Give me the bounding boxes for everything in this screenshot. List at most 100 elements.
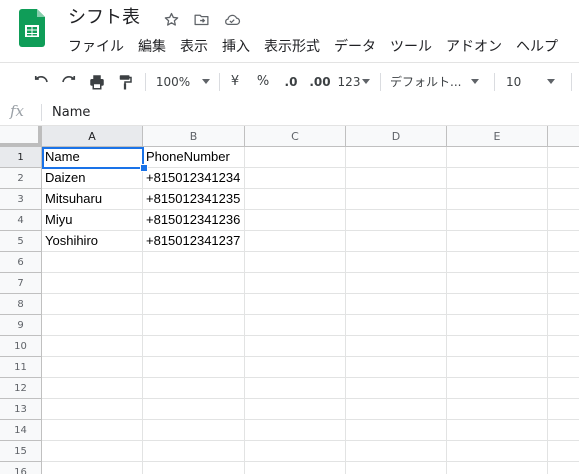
cell-c13[interactable] <box>245 399 346 420</box>
cell-partial9[interactable] <box>548 315 579 336</box>
cell-d2[interactable] <box>346 168 447 189</box>
cell-b1[interactable]: PhoneNumber <box>143 147 245 168</box>
star-icon[interactable] <box>161 9 182 30</box>
cell-partial5[interactable] <box>548 231 579 252</box>
cell-partial7[interactable] <box>548 273 579 294</box>
cell-a4[interactable]: Miyu <box>42 210 143 231</box>
cell-a13[interactable] <box>42 399 143 420</box>
cell-c15[interactable] <box>245 441 346 462</box>
cell-partial1[interactable] <box>548 147 579 168</box>
decrease-decimal-button[interactable]: .0 <box>280 63 302 100</box>
paint-format-icon[interactable] <box>114 63 136 100</box>
cell-c6[interactable] <box>245 252 346 273</box>
cell-e6[interactable] <box>447 252 548 273</box>
menu-help[interactable]: ヘルプ <box>509 36 565 58</box>
menu-file[interactable]: ファイル <box>61 36 131 58</box>
cell-e5[interactable] <box>447 231 548 252</box>
cell-c12[interactable] <box>245 378 346 399</box>
cell-d7[interactable] <box>346 273 447 294</box>
cell-b4[interactable]: +815012341236 <box>143 210 245 231</box>
cell-e1[interactable] <box>447 147 548 168</box>
cell-a5[interactable]: Yoshihiro <box>42 231 143 252</box>
cell-c2[interactable] <box>245 168 346 189</box>
cell-b14[interactable] <box>143 420 245 441</box>
cell-a11[interactable] <box>42 357 143 378</box>
row-header-12[interactable]: 12 <box>0 378 42 399</box>
menu-view[interactable]: 表示 <box>173 36 215 58</box>
cell-c3[interactable] <box>245 189 346 210</box>
cell-partial14[interactable] <box>548 420 579 441</box>
menu-insert[interactable]: 挿入 <box>215 36 257 58</box>
cell-b2[interactable]: +815012341234 <box>143 168 245 189</box>
cell-partial3[interactable] <box>548 189 579 210</box>
menu-addons[interactable]: アドオン <box>439 36 509 58</box>
formula-input[interactable]: Name <box>52 104 90 121</box>
move-to-folder-icon[interactable] <box>191 9 212 30</box>
column-header-partial[interactable] <box>548 126 579 147</box>
font-family-select[interactable]: デフォルト... <box>390 63 486 100</box>
cell-c16[interactable] <box>245 462 346 474</box>
menu-tools[interactable]: ツール <box>383 36 439 58</box>
cell-c14[interactable] <box>245 420 346 441</box>
cell-e7[interactable] <box>447 273 548 294</box>
cell-e3[interactable] <box>447 189 548 210</box>
cell-b12[interactable] <box>143 378 245 399</box>
cell-e4[interactable] <box>447 210 548 231</box>
document-title[interactable]: シフト表 <box>68 6 140 30</box>
cell-c8[interactable] <box>245 294 346 315</box>
cell-d13[interactable] <box>346 399 447 420</box>
row-header-9[interactable]: 9 <box>0 315 42 336</box>
cell-e13[interactable] <box>447 399 548 420</box>
column-header-e[interactable]: E <box>447 126 548 147</box>
cell-c1[interactable] <box>245 147 346 168</box>
cell-partial12[interactable] <box>548 378 579 399</box>
cell-a16[interactable] <box>42 462 143 474</box>
currency-format-button[interactable]: ¥ <box>226 63 244 100</box>
cell-d6[interactable] <box>346 252 447 273</box>
cell-a3[interactable]: Mitsuharu <box>42 189 143 210</box>
cell-d16[interactable] <box>346 462 447 474</box>
cell-e16[interactable] <box>447 462 548 474</box>
cell-b11[interactable] <box>143 357 245 378</box>
sheets-logo-icon[interactable] <box>19 9 45 47</box>
row-header-4[interactable]: 4 <box>0 210 42 231</box>
row-header-11[interactable]: 11 <box>0 357 42 378</box>
cell-a10[interactable] <box>42 336 143 357</box>
cell-c7[interactable] <box>245 273 346 294</box>
cell-c10[interactable] <box>245 336 346 357</box>
cell-a2[interactable]: Daizen <box>42 168 143 189</box>
row-header-6[interactable]: 6 <box>0 252 42 273</box>
print-icon[interactable] <box>86 63 108 100</box>
cell-e2[interactable] <box>447 168 548 189</box>
cell-partial11[interactable] <box>548 357 579 378</box>
row-header-14[interactable]: 14 <box>0 420 42 441</box>
column-header-c[interactable]: C <box>245 126 346 147</box>
row-header-10[interactable]: 10 <box>0 336 42 357</box>
cell-a12[interactable] <box>42 378 143 399</box>
undo-icon[interactable] <box>30 63 52 100</box>
cell-partial8[interactable] <box>548 294 579 315</box>
cell-c5[interactable] <box>245 231 346 252</box>
cell-e15[interactable] <box>447 441 548 462</box>
cell-b6[interactable] <box>143 252 245 273</box>
column-header-b[interactable]: B <box>143 126 245 147</box>
cell-b7[interactable] <box>143 273 245 294</box>
cell-d1[interactable] <box>346 147 447 168</box>
row-header-5[interactable]: 5 <box>0 231 42 252</box>
cell-partial16[interactable] <box>548 462 579 474</box>
cell-d8[interactable] <box>346 294 447 315</box>
cell-d11[interactable] <box>346 357 447 378</box>
cell-a8[interactable] <box>42 294 143 315</box>
column-header-a[interactable]: A <box>42 126 143 147</box>
cell-a6[interactable] <box>42 252 143 273</box>
cell-e12[interactable] <box>447 378 548 399</box>
menu-edit[interactable]: 編集 <box>131 36 173 58</box>
cell-partial6[interactable] <box>548 252 579 273</box>
cell-e11[interactable] <box>447 357 548 378</box>
cell-a14[interactable] <box>42 420 143 441</box>
cell-d4[interactable] <box>346 210 447 231</box>
cell-b9[interactable] <box>143 315 245 336</box>
cell-d12[interactable] <box>346 378 447 399</box>
row-header-1[interactable]: 1 <box>0 147 42 168</box>
cell-c4[interactable] <box>245 210 346 231</box>
